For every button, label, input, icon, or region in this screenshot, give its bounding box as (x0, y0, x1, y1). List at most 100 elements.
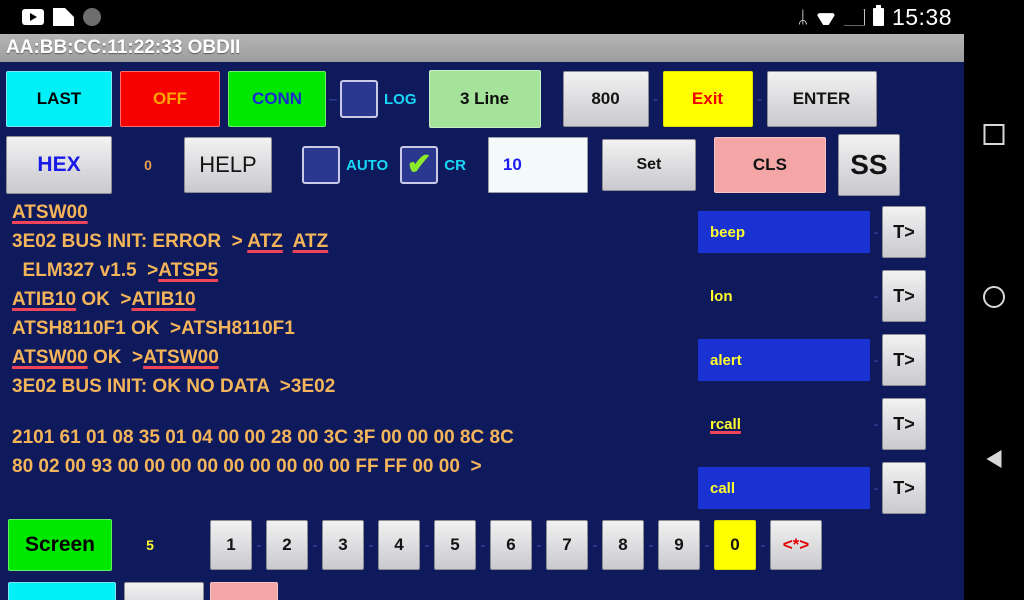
bluetooth-icon: ᛦ (797, 7, 808, 27)
help-button[interactable]: HELP (184, 137, 272, 193)
transmit-button-alert[interactable]: T> (882, 334, 926, 386)
separator-dash: - (648, 536, 654, 554)
transmit-button-lon[interactable]: T> (882, 270, 926, 322)
hex-counter: 0 (144, 157, 152, 173)
macro-label: lon (710, 287, 733, 305)
ss-button[interactable]: SS (837, 134, 900, 196)
off-button[interactable]: OFF (120, 71, 220, 127)
macro-label: alert (710, 351, 742, 369)
terminal-text: 3E02 BUS INIT: ERROR > (12, 231, 248, 252)
number-button-6[interactable]: 6 (490, 520, 532, 570)
macro-input-beep[interactable]: beep (698, 211, 870, 253)
separator-dash: - (873, 288, 879, 304)
screen-button[interactable]: Screen (8, 519, 112, 571)
terminal-command: ATSW00 (12, 347, 88, 368)
terminal-command: ATIB10 (12, 289, 77, 310)
recents-square-icon[interactable] (983, 124, 1005, 145)
set-button[interactable]: Set (601, 139, 696, 191)
star-button[interactable]: <*> (770, 520, 822, 570)
separator-dash: - (873, 352, 879, 368)
wifi-icon (816, 10, 836, 25)
auto-checkbox-label: AUTO (346, 156, 389, 174)
macro-label: call (710, 479, 736, 497)
terminal-line: ATIB10 OK >ATIB10 (12, 285, 684, 314)
terminal-line: 2101 61 01 08 35 01 04 00 00 28 00 3C 3F… (12, 423, 684, 452)
separator-dash: - (592, 536, 598, 554)
exit-button[interactable]: Exit (662, 71, 753, 127)
terminal-command: ATSW00 (143, 347, 219, 368)
device-screen: ᛦ 15:38 AA:BB:CC:11:22:33 OBDII LAST OFF… (0, 0, 1024, 600)
partial-bottom-row (8, 582, 964, 600)
separator-dash: - (704, 536, 710, 554)
separator-dash: - (873, 224, 879, 240)
back-triangle-icon[interactable] (986, 450, 1002, 468)
enter-button[interactable]: ENTER (766, 71, 877, 127)
log-checkbox-label: LOG (384, 90, 417, 108)
transmit-button-rcall[interactable]: T> (882, 398, 926, 450)
number-button-7[interactable]: 7 (546, 520, 588, 570)
separator-dash: - (536, 536, 542, 554)
terminal-text: 3E02 BUS INIT: OK NO DATA >3E02 (12, 376, 336, 397)
macro-input-call[interactable]: call (698, 467, 870, 509)
android-nav-bar (964, 0, 1024, 600)
baud-button[interactable]: 800 (562, 71, 649, 127)
app-title-bar: AA:BB:CC:11:22:33 OBDII (0, 34, 964, 62)
separator-dash: - (424, 536, 430, 554)
home-circle-icon[interactable] (983, 286, 1005, 308)
bottom-toolbar: Screen 5 1-2-3-4-5-6-7-8-9-0 - <*> (0, 514, 964, 576)
terminal-line: 3E02 BUS INIT: OK NO DATA >3E02 (12, 372, 684, 401)
screen-counter: 5 (146, 537, 154, 553)
macro-input-lon[interactable]: lon (698, 275, 870, 317)
last-button[interactable]: LAST (6, 71, 112, 127)
partial-button-gray[interactable] (124, 582, 204, 600)
terminal-text: OK > (87, 347, 144, 368)
terminal-command: ATSP5 (158, 260, 219, 281)
number-button-5[interactable]: 5 (434, 520, 476, 570)
interval-input[interactable]: 10 (487, 137, 588, 193)
separator-dash: - (873, 416, 879, 432)
transmit-button-beep[interactable]: T> (882, 206, 926, 258)
macro-input-alert[interactable]: alert (698, 339, 870, 381)
terminal-text: ATSH8110F1 OK >ATSH8110F1 (12, 318, 295, 339)
macro-row: rcall - T> (698, 392, 938, 456)
log-checkbox[interactable] (340, 80, 378, 118)
terminal-line: ATSW00 (12, 198, 684, 227)
number-button-3[interactable]: 3 (322, 520, 364, 570)
auto-checkbox[interactable] (302, 146, 340, 184)
check-icon: ✔ (406, 148, 432, 181)
number-button-2[interactable]: 2 (266, 520, 308, 570)
cr-checkbox[interactable]: ✔ (400, 146, 439, 184)
status-clock: 15:38 (891, 3, 952, 30)
terminal-command: ATSW00 (12, 202, 88, 223)
hex-button[interactable]: HEX (6, 136, 112, 194)
cls-button[interactable]: CLS (713, 137, 826, 193)
conn-button[interactable]: CONN (228, 71, 326, 127)
terminal-text: OK > (76, 289, 132, 310)
partial-button-cyan[interactable] (8, 582, 116, 600)
three-line-button[interactable]: 3 Line (428, 70, 541, 128)
separator-dash-star: - (760, 536, 766, 554)
transmit-button-call[interactable]: T> (882, 462, 926, 514)
number-button-1[interactable]: 1 (210, 520, 252, 570)
circle-icon (83, 8, 101, 26)
number-button-9[interactable]: 9 (658, 520, 700, 570)
terminal-command: ATZ (247, 231, 283, 252)
number-button-8[interactable]: 8 (602, 520, 644, 570)
macro-input-rcall[interactable]: rcall (698, 403, 870, 445)
toolbar-row-1: LAST OFF CONN – LOG 3 Line 800 - Exit - … (0, 68, 964, 130)
macro-row: call - T> (698, 456, 938, 520)
separator-dash-2: - (653, 90, 658, 108)
page-title: AA:BB:CC:11:22:33 OBDII (6, 37, 241, 58)
number-button-4[interactable]: 4 (378, 520, 420, 570)
partial-button-pink[interactable] (210, 582, 278, 600)
terminal-output[interactable]: ATSW00 3E02 BUS INIT: ERROR > ATZ ATZ ELM… (12, 198, 684, 508)
separator-dash-3: - (757, 90, 762, 108)
terminal-text: ELM327 v1.5 > (12, 260, 159, 281)
number-button-0[interactable]: 0 (714, 520, 756, 570)
macro-panel: beep - T> lon - T> alert - T> rcall - T> call - T> (698, 200, 938, 520)
terminal-line: 80 02 00 93 00 00 00 00 00 00 00 00 00 F… (12, 452, 684, 481)
youtube-icon (22, 9, 44, 25)
separator-dash: - (256, 536, 262, 554)
status-bar: ᛦ 15:38 (0, 0, 964, 34)
